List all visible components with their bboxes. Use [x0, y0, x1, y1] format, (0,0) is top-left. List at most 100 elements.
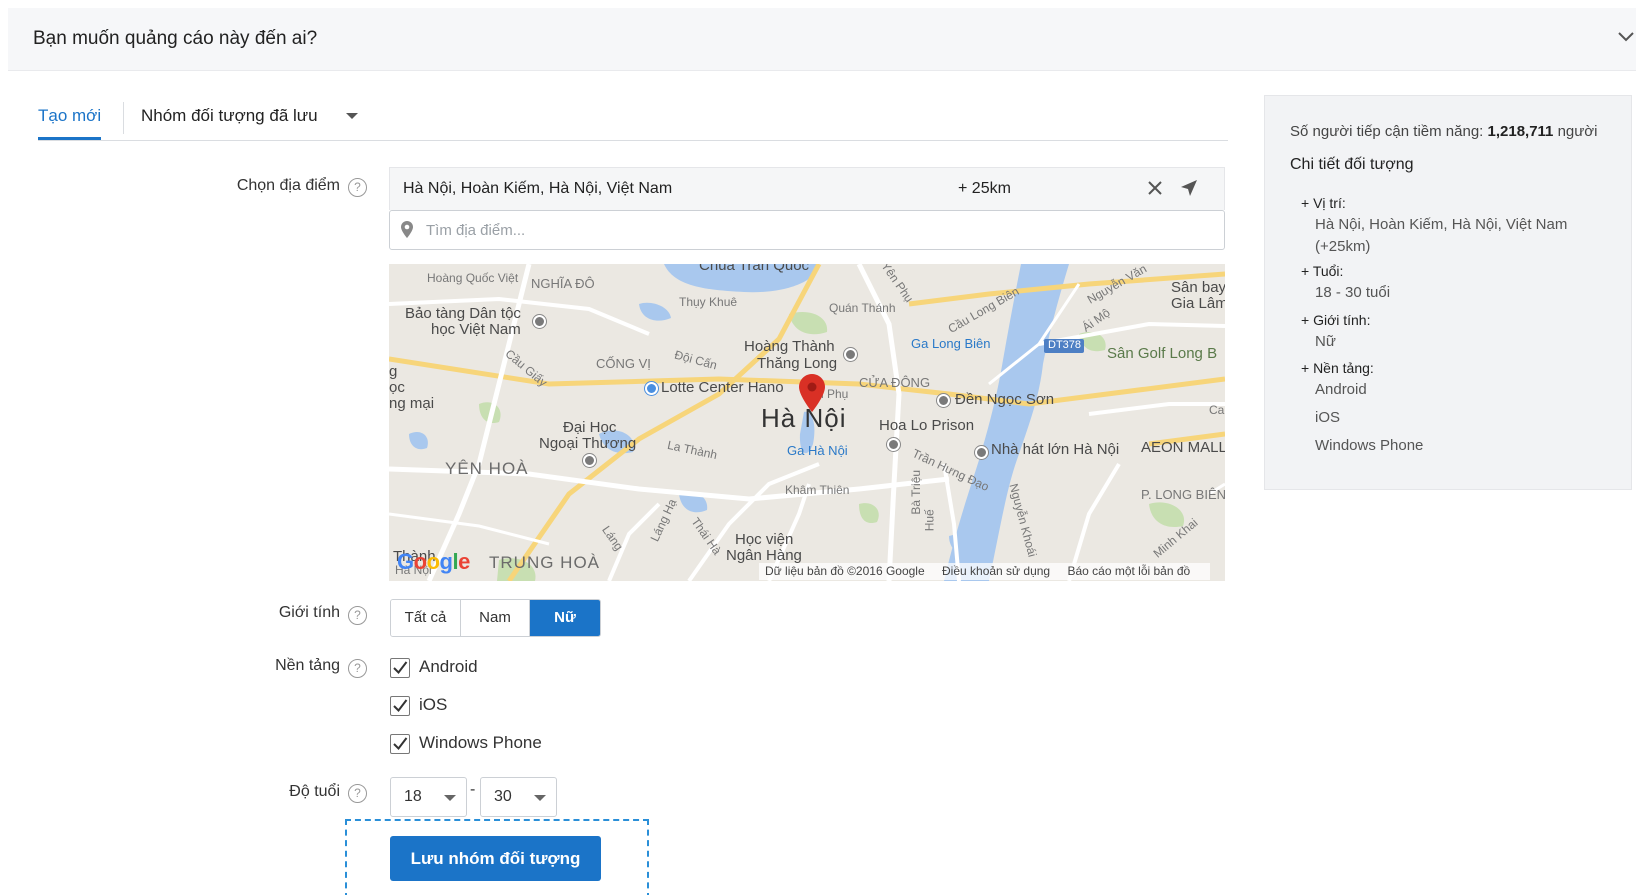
map-label: Học viện: [735, 531, 794, 548]
tab-saved-audiences[interactable]: Nhóm đối tượng đã lưu: [141, 106, 318, 126]
map-label: P. LONG BIÊN: [1141, 487, 1225, 502]
save-audience-button[interactable]: Lưu nhóm đối tượng: [390, 836, 601, 881]
chevron-down-icon[interactable]: [1618, 32, 1634, 42]
map-marker-icon[interactable]: [799, 374, 825, 412]
android-checkbox[interactable]: [390, 658, 410, 678]
age-min-select[interactable]: 18: [390, 777, 467, 817]
map-label: Ca: [1209, 403, 1225, 417]
help-icon[interactable]: ?: [348, 606, 367, 625]
help-icon[interactable]: ?: [348, 178, 367, 197]
audience-tabs: Tạo mới Nhóm đối tượng đã lưu: [38, 100, 1228, 141]
platform-label: Nền tảng: [275, 657, 340, 674]
summary-platform-value: Windows Phone: [1315, 437, 1424, 454]
map-label: Hoa Lo Prison: [879, 417, 975, 434]
poi-landmark-icon[interactable]: [844, 348, 857, 361]
windows-phone-checkbox[interactable]: [390, 734, 410, 754]
caret-down-icon: [534, 795, 546, 801]
summary-gender-value: Nữ: [1315, 333, 1336, 350]
location-radius[interactable]: + 25km: [958, 180, 1011, 198]
gender-selector: Tất cả Nam Nữ: [390, 599, 601, 637]
map-label: g: [389, 363, 398, 380]
gender-male-button[interactable]: Nam: [461, 600, 530, 636]
location-map[interactable]: Hoàng Quốc Việt NGHĨA ĐÔ Chùa Trấn Quốc …: [389, 264, 1225, 581]
map-label: Bà Triệu: [909, 469, 924, 515]
map-label: học Việt Nam: [431, 321, 521, 338]
potential-reach: Số người tiếp cận tiềm năng: 1,218,711 n…: [1290, 123, 1598, 140]
map-report-link[interactable]: Báo cáo một lỗi bản đồ: [1067, 564, 1190, 578]
help-icon[interactable]: ?: [348, 784, 367, 803]
map-label: Sân bay: [1171, 279, 1225, 296]
tab-create-new[interactable]: Tạo mới: [38, 106, 102, 140]
audience-summary-panel: Số người tiếp cận tiềm năng: 1,218,711 n…: [1264, 95, 1632, 490]
caret-down-icon: [444, 795, 456, 801]
checkmark-icon: [393, 737, 408, 751]
map-label: Hoàng Quốc Việt: [427, 271, 519, 285]
map-label: Thụy Khuê: [679, 295, 738, 309]
poi-lotte-icon[interactable]: [645, 382, 658, 395]
checkmark-icon: [393, 661, 408, 675]
android-label: Android: [419, 657, 478, 676]
map-label: Ngoại Thương: [539, 435, 637, 452]
age-max-value: 30: [494, 788, 512, 805]
map-label: Huế: [922, 509, 937, 532]
map-label: CỐNG VỊ: [596, 356, 651, 371]
summary-age-title: + Tuổi:: [1301, 263, 1344, 279]
summary-platform-value: iOS: [1315, 409, 1341, 426]
age-label: Độ tuổi: [289, 783, 340, 800]
map-label: YÊN HOÀ: [445, 459, 529, 478]
poi-prison-icon[interactable]: [887, 438, 900, 451]
help-icon[interactable]: ?: [348, 659, 367, 678]
map-pin-icon: [401, 221, 413, 238]
checkmark-icon: [393, 699, 408, 713]
map-terms-link[interactable]: Điều khoản sử dụng: [942, 564, 1050, 578]
map-label: Sân Golf Long B: [1107, 345, 1218, 362]
summary-platform-value: Android: [1315, 381, 1367, 398]
poi-theatre-icon[interactable]: [975, 446, 988, 459]
summary-gender-title: + Giới tính:: [1301, 312, 1371, 328]
caret-down-icon[interactable]: [346, 113, 358, 119]
poi-temple-icon[interactable]: [937, 394, 950, 407]
summary-location-title: + Vị trí:: [1301, 195, 1346, 211]
poi-museum-icon[interactable]: [533, 315, 546, 328]
summary-location-radius: (+25km): [1315, 238, 1371, 255]
map-label: Gia Lâm: [1171, 295, 1225, 312]
windows-phone-label: Windows Phone: [419, 733, 542, 752]
navigation-arrow-icon[interactable]: [1180, 179, 1198, 197]
map-label: Ga Long Biên: [911, 336, 991, 351]
age-max-select[interactable]: 30: [480, 777, 557, 817]
age-separator: -: [470, 781, 476, 798]
summary-platform-title: + Nền tảng:: [1301, 360, 1374, 376]
map-label: Quán Thánh: [829, 301, 896, 315]
map-label: ng mại: [389, 395, 435, 412]
ios-checkbox[interactable]: [390, 696, 410, 716]
map-label: Ngân Hàng: [726, 547, 802, 564]
map-label: CỬA ĐÔNG: [859, 375, 931, 390]
map-label: TRUNG HOÀ: [489, 553, 600, 572]
map-label: ọc: [389, 379, 405, 396]
map-label: DT378: [1048, 339, 1082, 351]
selected-location: Hà Nội, Hoàn Kiếm, Hà Nội, Việt Nam + 25…: [389, 167, 1225, 210]
map-label: Đền Ngọc Sơn: [955, 391, 1055, 408]
section-header[interactable]: Bạn muốn quảng cáo này đến ai?: [8, 8, 1636, 71]
poi-university-icon[interactable]: [583, 454, 596, 467]
location-search-input[interactable]: [426, 219, 1186, 241]
gender-all-button[interactable]: Tất cả: [391, 600, 461, 636]
map-label: Đại Học: [563, 419, 617, 436]
map-data-credit: Dữ liệu bản đồ ©2016 Google: [765, 564, 925, 578]
map-attribution: Dữ liệu bản đồ ©2016 Google Điều khoản s…: [759, 563, 1211, 580]
selected-location-text: Hà Nội, Hoàn Kiếm, Hà Nội, Việt Nam: [403, 180, 673, 197]
gender-label: Giới tính: [278, 604, 340, 621]
map-label: AEON MALL: [1141, 439, 1225, 456]
audience-detail-title: Chi tiết đối tượng: [1290, 156, 1414, 173]
map-label: Bảo tàng Dân tộc: [405, 305, 521, 322]
summary-age-value: 18 - 30 tuổi: [1315, 284, 1391, 301]
google-logo: Google: [397, 549, 470, 574]
close-icon[interactable]: [1147, 180, 1163, 196]
location-label: Chọn địa điểm: [236, 177, 340, 194]
location-search[interactable]: [389, 210, 1225, 250]
map-label: Ga Hà Nội: [787, 443, 848, 458]
map-label: Lotte Center Hano: [661, 379, 784, 396]
map-label: NGHĨA ĐÔ: [531, 276, 595, 291]
gender-female-button[interactable]: Nữ: [530, 600, 600, 636]
map-label: Khâm Thiên: [785, 483, 850, 497]
